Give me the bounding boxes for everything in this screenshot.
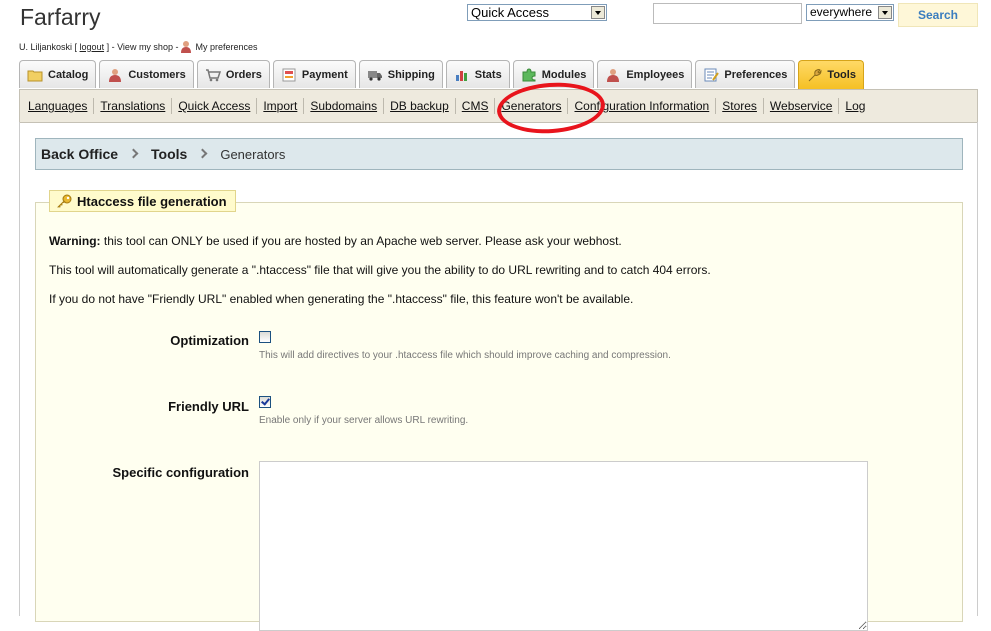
friendly-url-checkbox[interactable]: [259, 396, 271, 408]
bar-chart-icon: [454, 68, 470, 82]
tab-label: Stats: [474, 68, 502, 81]
friendly-url-hint: Enable only if your server allows URL re…: [259, 415, 469, 426]
tab-label: Customers: [128, 68, 186, 81]
breadcrumb: Back Office Tools Generators: [35, 138, 963, 170]
user-name: U. Liljankoski [: [19, 41, 78, 52]
breadcrumb-root[interactable]: Back Office: [41, 146, 118, 162]
subnav-item-import[interactable]: Import: [257, 98, 305, 114]
tab-label: Preferences: [724, 68, 788, 81]
search-input[interactable]: [653, 3, 802, 24]
truck-icon: [367, 68, 383, 82]
payment-icon: [281, 68, 297, 82]
search-scope-value: everywhere: [810, 5, 873, 19]
main-tabs: Catalog Customers Orders Payment Shipping Sta…: [19, 60, 867, 89]
search-scope-select[interactable]: everywhere: [806, 4, 894, 21]
wrench-icon: [806, 68, 822, 82]
tab-stats[interactable]: Stats: [445, 60, 510, 88]
chevron-down-icon[interactable]: [591, 6, 605, 19]
subnav-item-languages[interactable]: Languages: [22, 98, 95, 114]
subnav-item-subdomains[interactable]: Subdomains: [304, 98, 385, 114]
tools-subnav: Languages Translations Quick Access Import S…: [19, 89, 978, 123]
legend-title: Htaccess file generation: [77, 193, 227, 209]
tab-shipping[interactable]: Shipping: [358, 60, 443, 88]
shop-title: Farfarry: [20, 4, 101, 30]
subnav-item-quick-access[interactable]: Quick Access: [172, 98, 258, 114]
quick-access-value: Quick Access: [471, 5, 550, 20]
fieldset-legend: Htaccess file generation: [49, 190, 236, 212]
subnav-item-generators[interactable]: Generators: [495, 98, 569, 114]
subnav-item-translations[interactable]: Translations: [94, 98, 173, 114]
user-line: U. Liljankoski [ logout ] - View my shop…: [19, 40, 257, 53]
person-icon: [605, 68, 621, 82]
optimization-checkbox[interactable]: [259, 331, 271, 343]
person-icon: [107, 68, 123, 82]
tab-label: Orders: [225, 68, 262, 81]
info-text-2: If you do not have "Friendly URL" enable…: [49, 292, 634, 306]
tab-employees[interactable]: Employees: [597, 60, 693, 88]
tab-catalog[interactable]: Catalog: [19, 60, 97, 88]
tab-label: Tools: [827, 69, 856, 81]
person-icon: [180, 40, 192, 53]
tab-label: Catalog: [48, 68, 89, 81]
tab-label: Employees: [626, 68, 685, 81]
tab-customers[interactable]: Customers: [99, 60, 194, 88]
tab-payment[interactable]: Payment: [272, 60, 356, 88]
tab-label: Payment: [301, 68, 348, 81]
key-icon: [57, 194, 72, 208]
friendly-url-label: Friendly URL: [168, 399, 249, 414]
my-preferences-link[interactable]: My preferences: [195, 42, 257, 52]
subnav-item-db-backup[interactable]: DB backup: [384, 98, 456, 114]
subnav-item-log[interactable]: Log: [839, 98, 871, 114]
chevron-right-icon: [199, 149, 206, 159]
warning-body: this tool can ONLY be used if you are ho…: [100, 234, 622, 248]
tab-modules[interactable]: Modules: [512, 60, 595, 88]
optimization-label: Optimization: [170, 333, 249, 348]
warning-text: Warning: this tool can ONLY be used if y…: [49, 234, 622, 248]
quick-access-select[interactable]: Quick Access: [467, 4, 607, 21]
subnav-item-webservice[interactable]: Webservice: [764, 98, 840, 114]
cart-icon: [205, 68, 221, 82]
chevron-down-icon[interactable]: [878, 6, 892, 19]
optimization-hint: This will add directives to your .htacce…: [259, 350, 671, 361]
subnav-item-cms[interactable]: CMS: [456, 98, 496, 114]
tab-label: Modules: [541, 68, 587, 81]
specific-config-label: Specific configuration: [112, 465, 249, 480]
subnav-item-configuration-information[interactable]: Configuration Information: [568, 98, 717, 114]
puzzle-icon: [521, 67, 537, 82]
form-icon: [703, 68, 720, 82]
search-button[interactable]: Search: [898, 3, 978, 27]
specific-config-textarea[interactable]: [259, 461, 868, 631]
logout-link[interactable]: logout: [80, 42, 105, 52]
breadcrumb-current: Generators: [220, 146, 286, 162]
view-shop-link[interactable]: ] - View my shop -: [107, 42, 179, 52]
chevron-right-icon: [130, 149, 137, 159]
tab-tools[interactable]: Tools: [798, 60, 864, 89]
tab-orders[interactable]: Orders: [196, 60, 270, 88]
breadcrumb-section[interactable]: Tools: [151, 146, 187, 162]
subnav-item-stores[interactable]: Stores: [716, 98, 764, 114]
info-text-1: This tool will automatically generate a …: [49, 263, 711, 277]
folder-icon: [27, 68, 43, 82]
tab-preferences[interactable]: Preferences: [695, 60, 796, 88]
warning-label: Warning:: [49, 234, 101, 248]
tab-label: Shipping: [387, 68, 435, 81]
